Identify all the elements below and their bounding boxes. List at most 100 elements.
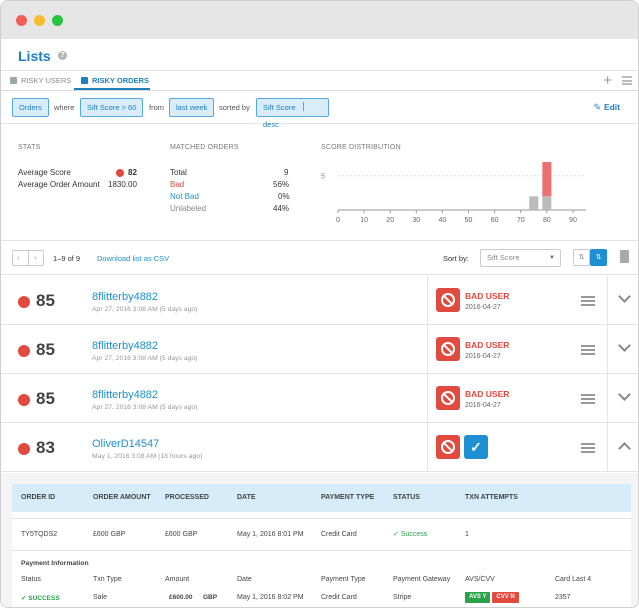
user-link[interactable]: 8flitterby4882 (92, 340, 158, 352)
avs-cvv: AVS Y CVV N (465, 592, 519, 603)
sort-chip[interactable]: Sift Score desc (256, 98, 329, 129)
chip-divider (302, 102, 304, 111)
order-date: Apr 27, 2016 3:08 AM (5 days ago) (92, 306, 198, 313)
pencil-icon[interactable]: ✎ (593, 102, 601, 113)
stats-panel: STATS Average Score 82 Average Order Amo… (1, 125, 638, 241)
ban-icon[interactable] (436, 386, 460, 410)
label-text: BAD USER (465, 291, 510, 301)
close-window-button[interactable] (16, 15, 27, 26)
lock-icon (81, 77, 88, 84)
chevron-down-icon[interactable] (618, 388, 631, 401)
ban-icon[interactable] (436, 337, 460, 361)
ban-icon[interactable] (436, 435, 460, 459)
tab-label: RISKY ORDERS (92, 76, 149, 85)
list-item[interactable]: 83 OliverD14547 May 1, 2016 3:08 AM (18 … (1, 423, 638, 472)
avg-amount-value: 1830.00 (108, 180, 137, 189)
sort-ascending-icon[interactable]: ⇅ (573, 249, 590, 266)
filter-bar: Orders where Sift Score > 60 from last w… (1, 92, 638, 129)
list-item[interactable]: 85 8flitterby4882 Apr 27, 2016 3:08 AM (… (1, 325, 638, 374)
x-tick-label: 50 (465, 217, 473, 224)
order-date: Apr 27, 2016 3:08 AM (5 days ago) (92, 355, 198, 362)
period-chip[interactable]: last week (169, 98, 215, 117)
chevron-down-icon[interactable] (618, 339, 631, 352)
payment-type: Credit Card (321, 531, 357, 538)
column-header: STATUS (393, 494, 420, 501)
order-amount: £600 GBP (93, 531, 126, 538)
bad-value: 56% (273, 180, 290, 189)
order-id: TY5TQDS2 (21, 531, 58, 538)
score-dot-icon (18, 296, 30, 308)
score-dot-icon (18, 345, 30, 357)
ban-icon[interactable] (436, 288, 460, 312)
condition-chip[interactable]: Sift Score > 60 (80, 98, 144, 117)
user-link[interactable]: 8flitterby4882 (92, 389, 158, 401)
column-header: Status (21, 576, 41, 583)
menu-icon[interactable] (581, 394, 595, 404)
user-link[interactable]: OliverD14547 (92, 438, 159, 450)
entity-chip[interactable]: Orders (12, 98, 49, 117)
chevron-up-icon[interactable] (618, 442, 631, 455)
score: 85 (36, 291, 55, 310)
sorted-by-text: sorted by (219, 103, 250, 112)
x-tick-label: 20 (386, 217, 394, 224)
chevron-down-icon[interactable] (618, 290, 631, 303)
column-header: Txn Type (93, 576, 122, 583)
total-label: Total (170, 168, 187, 177)
order-date: May 1, 2016 3:08 AM (18 hours ago) (92, 453, 203, 460)
total-value: 9 (284, 168, 289, 177)
score: 85 (36, 340, 55, 359)
menu-icon[interactable] (581, 443, 595, 453)
add-icon[interactable]: + (603, 72, 612, 89)
column-header: Payment Type (321, 576, 366, 583)
label-date: 2016-04-27 (465, 353, 501, 360)
order-table-header: ORDER ID ORDER AMOUNT PROCESSED DATE PAY… (12, 484, 631, 512)
score-dot-icon (116, 169, 124, 177)
check-icon[interactable]: ✓ (464, 435, 488, 459)
sort-field: Sift Score (263, 103, 296, 112)
cvv-badge: CVV N (492, 592, 519, 603)
x-tick-label: 70 (517, 217, 525, 224)
archive-icon[interactable] (620, 250, 629, 263)
maximize-window-button[interactable] (52, 15, 63, 26)
where-text: where (54, 103, 75, 112)
help-icon[interactable]: ? (58, 51, 67, 60)
list-item[interactable]: 85 8flitterby4882 Apr 27, 2016 3:08 AM (… (1, 374, 638, 423)
matched-heading: MATCHED ORDERS (170, 144, 239, 151)
caret-down-icon: ▼ (549, 255, 555, 261)
tab-risky-orders[interactable]: RISKY ORDERS (81, 76, 149, 85)
sort-select[interactable]: Sift Score ▼ (480, 249, 561, 267)
page-range: 1–9 of 9 (53, 254, 81, 263)
x-tick-label: 60 (491, 217, 499, 224)
prev-page-icon[interactable]: ‹ (17, 251, 20, 265)
sort-by-label: Sort by: (443, 254, 469, 263)
list-toolbar: ‹ › 1–9 of 9 Download list as CSV Sort b… (1, 242, 638, 275)
avg-score-value: 82 (128, 168, 137, 177)
processed-amount: £600 GBP (165, 531, 198, 538)
column-header: Payment Gateway (393, 576, 451, 583)
y-tick-label: 5 (321, 174, 325, 181)
score-dot-icon (18, 394, 30, 406)
stats-heading: STATS (18, 144, 41, 151)
list-view-icon[interactable] (622, 76, 632, 85)
order-date: May 1, 2016 8:01 PM (237, 531, 304, 538)
list-item[interactable]: 85 8flitterby4882 Apr 27, 2016 3:08 AM (… (1, 276, 638, 325)
bad-label: Bad (170, 180, 185, 189)
txn-attempts: 1 (465, 531, 469, 538)
payment-currency: GBP (203, 594, 218, 601)
x-tick-label: 90 (569, 217, 577, 224)
not-bad-label: Not Bad (170, 192, 199, 201)
tab-bar: RISKY USERS RISKY ORDERS + (1, 71, 638, 91)
menu-icon[interactable] (581, 296, 595, 306)
user-link[interactable]: 8flitterby4882 (92, 291, 158, 303)
txn-type: Sale (93, 594, 108, 601)
next-page-icon[interactable]: › (34, 251, 37, 265)
tab-risky-users[interactable]: RISKY USERS (10, 76, 71, 85)
column-header: Date (237, 576, 252, 583)
avs-badge: AVS Y (465, 592, 491, 603)
minimize-window-button[interactable] (34, 15, 45, 26)
menu-icon[interactable] (581, 345, 595, 355)
sort-descending-icon[interactable]: ⇅ (590, 249, 607, 266)
edit-button[interactable]: Edit (604, 102, 620, 112)
column-header: Card Last 4 (555, 576, 592, 583)
download-csv-link[interactable]: Download list as CSV (97, 254, 169, 263)
